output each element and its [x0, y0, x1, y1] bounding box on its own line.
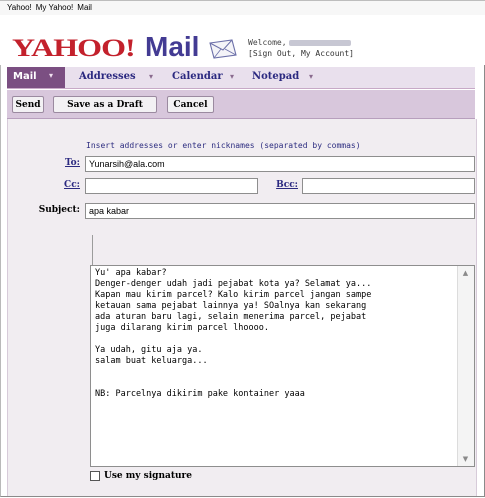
- scroll-down-icon[interactable]: ▼: [458, 452, 473, 466]
- top-link-yahoo[interactable]: Yahoo!: [7, 3, 32, 12]
- chevron-down-icon[interactable]: ▾: [230, 72, 234, 81]
- message-text: Yu' apa kabar? Denger-denger udah jadi p…: [95, 268, 372, 399]
- signature-checkbox[interactable]: [90, 471, 100, 481]
- cc-label-link[interactable]: Cc:: [48, 180, 80, 190]
- subject-label: Subject:: [38, 205, 80, 215]
- toolbar-divider: [92, 235, 93, 265]
- subject-field[interactable]: apa kabar: [85, 203, 475, 219]
- envelope-icon: [209, 39, 237, 59]
- to-field[interactable]: Yunarsih@ala.com: [85, 156, 475, 172]
- welcome-greeting: Welcome,: [248, 38, 287, 47]
- to-label-link[interactable]: To:: [48, 158, 80, 168]
- tab-bar: Mail ▾ Addresses ▾ Calendar ▾ Notepad ▾: [7, 67, 475, 89]
- chevron-down-icon[interactable]: ▾: [149, 72, 153, 81]
- scroll-up-icon[interactable]: ▲: [458, 266, 473, 280]
- cancel-button[interactable]: Cancel: [167, 96, 214, 113]
- header: YAHOO! Mail Welcome, [Sign Out, My Accou…: [0, 15, 485, 65]
- bcc-label-link[interactable]: Bcc:: [266, 180, 298, 190]
- chevron-down-icon[interactable]: ▾: [309, 72, 313, 81]
- bcc-field[interactable]: [302, 178, 475, 194]
- tab-calendar-label: Calendar: [172, 71, 223, 82]
- top-links-bar: Yahoo! My Yahoo! Mail: [0, 0, 485, 16]
- tab-mail[interactable]: Mail ▾: [7, 67, 65, 88]
- tab-addresses-label: Addresses: [79, 71, 136, 82]
- tab-addresses[interactable]: Addresses ▾: [79, 67, 161, 88]
- top-link-mail[interactable]: Mail: [77, 3, 92, 12]
- chevron-down-icon[interactable]: ▾: [49, 71, 53, 80]
- compose-toolbar: Send Save as a Draft Cancel: [7, 90, 475, 119]
- tab-notepad-label: Notepad: [252, 71, 300, 82]
- mail-product-title: Mail: [145, 31, 200, 62]
- signature-label: Use my signature: [104, 471, 192, 481]
- compose-panel: Insert addresses or enter nicknames (sep…: [7, 119, 477, 496]
- message-scrollbar[interactable]: ▲ ▼: [457, 266, 474, 466]
- address-hint: Insert addresses or enter nicknames (sep…: [86, 141, 361, 150]
- tab-mail-label: Mail: [13, 71, 37, 82]
- message-body[interactable]: Yu' apa kabar? Denger-denger udah jadi p…: [90, 265, 475, 467]
- redacted-username: [288, 39, 351, 46]
- save-draft-button[interactable]: Save as a Draft: [53, 96, 157, 113]
- cc-field[interactable]: [85, 178, 258, 194]
- account-links[interactable]: [Sign Out, My Account]: [248, 48, 354, 59]
- top-link-my-yahoo[interactable]: My Yahoo!: [36, 3, 74, 12]
- send-button[interactable]: Send: [12, 96, 44, 113]
- tab-notepad[interactable]: Notepad ▾: [252, 67, 322, 88]
- yahoo-logo[interactable]: YAHOO!: [12, 35, 136, 60]
- tab-calendar[interactable]: Calendar ▾: [172, 67, 242, 88]
- welcome-block: Welcome, [Sign Out, My Account]: [248, 37, 354, 59]
